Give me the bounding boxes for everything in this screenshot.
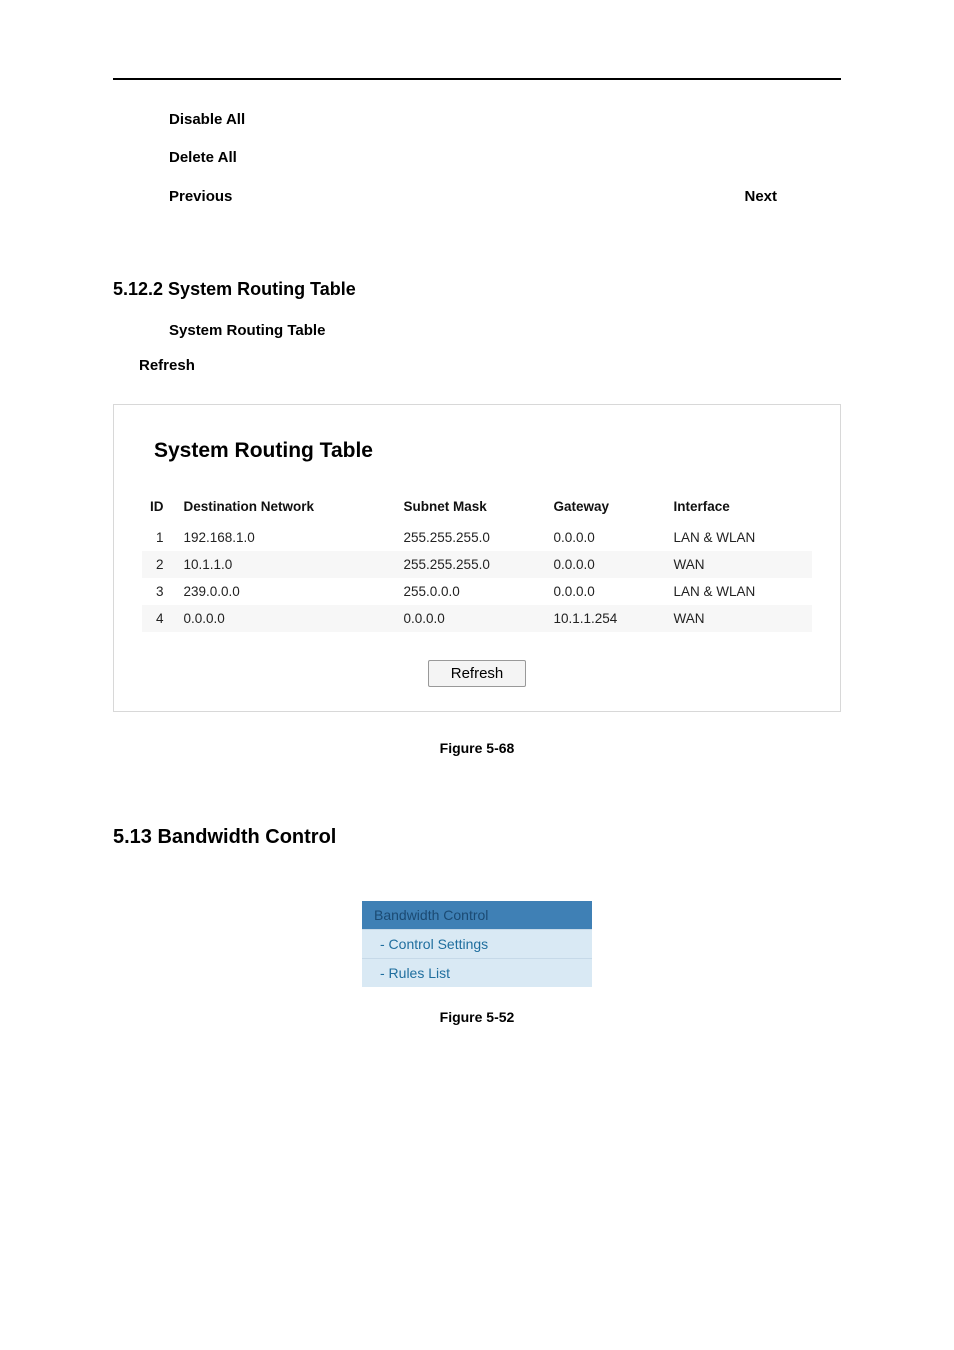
disable-all-term: Disable All [169,111,245,128]
section-5-13-heading: 5.13 Bandwidth Control [113,826,841,849]
next-term: Next [744,187,777,207]
cell-mask: 255.255.255.0 [396,551,546,578]
cell-id: 2 [142,551,176,578]
refresh-term: Refresh [113,357,841,374]
cell-iface: WAN [666,551,813,578]
routing-table-panel: System Routing Table ID Destination Netw… [113,404,841,712]
bw-menu-rules-list[interactable]: - Rules List [362,958,592,987]
cell-dest: 192.168.1.0 [176,524,396,551]
routing-table: ID Destination Network Subnet Mask Gatew… [142,493,812,632]
cell-dest: 0.0.0.0 [176,605,396,632]
definitions-block: Disable All Delete All Previous Next [113,110,841,207]
bandwidth-control-menu: Bandwidth Control - Control Settings - R… [362,901,592,987]
col-dest: Destination Network [176,493,396,524]
cell-gateway: 10.1.1.254 [546,605,666,632]
col-interface: Interface [666,493,813,524]
cell-id: 4 [142,605,176,632]
cell-mask: 255.0.0.0 [396,578,546,605]
cell-iface: LAN & WLAN [666,524,813,551]
cell-iface: WAN [666,605,813,632]
table-row: 4 0.0.0.0 0.0.0.0 10.1.1.254 WAN [142,605,812,632]
cell-id: 3 [142,578,176,605]
table-row: 1 192.168.1.0 255.255.255.0 0.0.0.0 LAN … [142,524,812,551]
cell-gateway: 0.0.0.0 [546,551,666,578]
delete-all-term: Delete All [169,149,237,166]
cell-id: 1 [142,524,176,551]
cell-iface: LAN & WLAN [666,578,813,605]
previous-term: Previous [169,187,232,207]
col-id: ID [142,493,176,524]
cell-dest: 239.0.0.0 [176,578,396,605]
cell-dest: 10.1.1.0 [176,551,396,578]
bw-menu-control-settings[interactable]: - Control Settings [362,929,592,958]
cell-mask: 255.255.255.0 [396,524,546,551]
col-mask: Subnet Mask [396,493,546,524]
cell-gateway: 0.0.0.0 [546,578,666,605]
refresh-button[interactable]: Refresh [428,660,527,687]
col-gateway: Gateway [546,493,666,524]
cell-gateway: 0.0.0.0 [546,524,666,551]
top-rule [113,78,841,80]
cell-mask: 0.0.0.0 [396,605,546,632]
section-5-12-2-heading: 5.12.2 System Routing Table [113,279,841,300]
table-row: 3 239.0.0.0 255.0.0.0 0.0.0.0 LAN & WLAN [142,578,812,605]
table-row: 2 10.1.1.0 255.255.255.0 0.0.0.0 WAN [142,551,812,578]
figure-5-52-caption: Figure 5-52 [113,1009,841,1025]
system-routing-table-label: System Routing Table [169,322,325,339]
figure-5-68-caption: Figure 5-68 [113,740,841,756]
bw-menu-header[interactable]: Bandwidth Control [362,901,592,929]
panel-title: System Routing Table [154,439,812,463]
